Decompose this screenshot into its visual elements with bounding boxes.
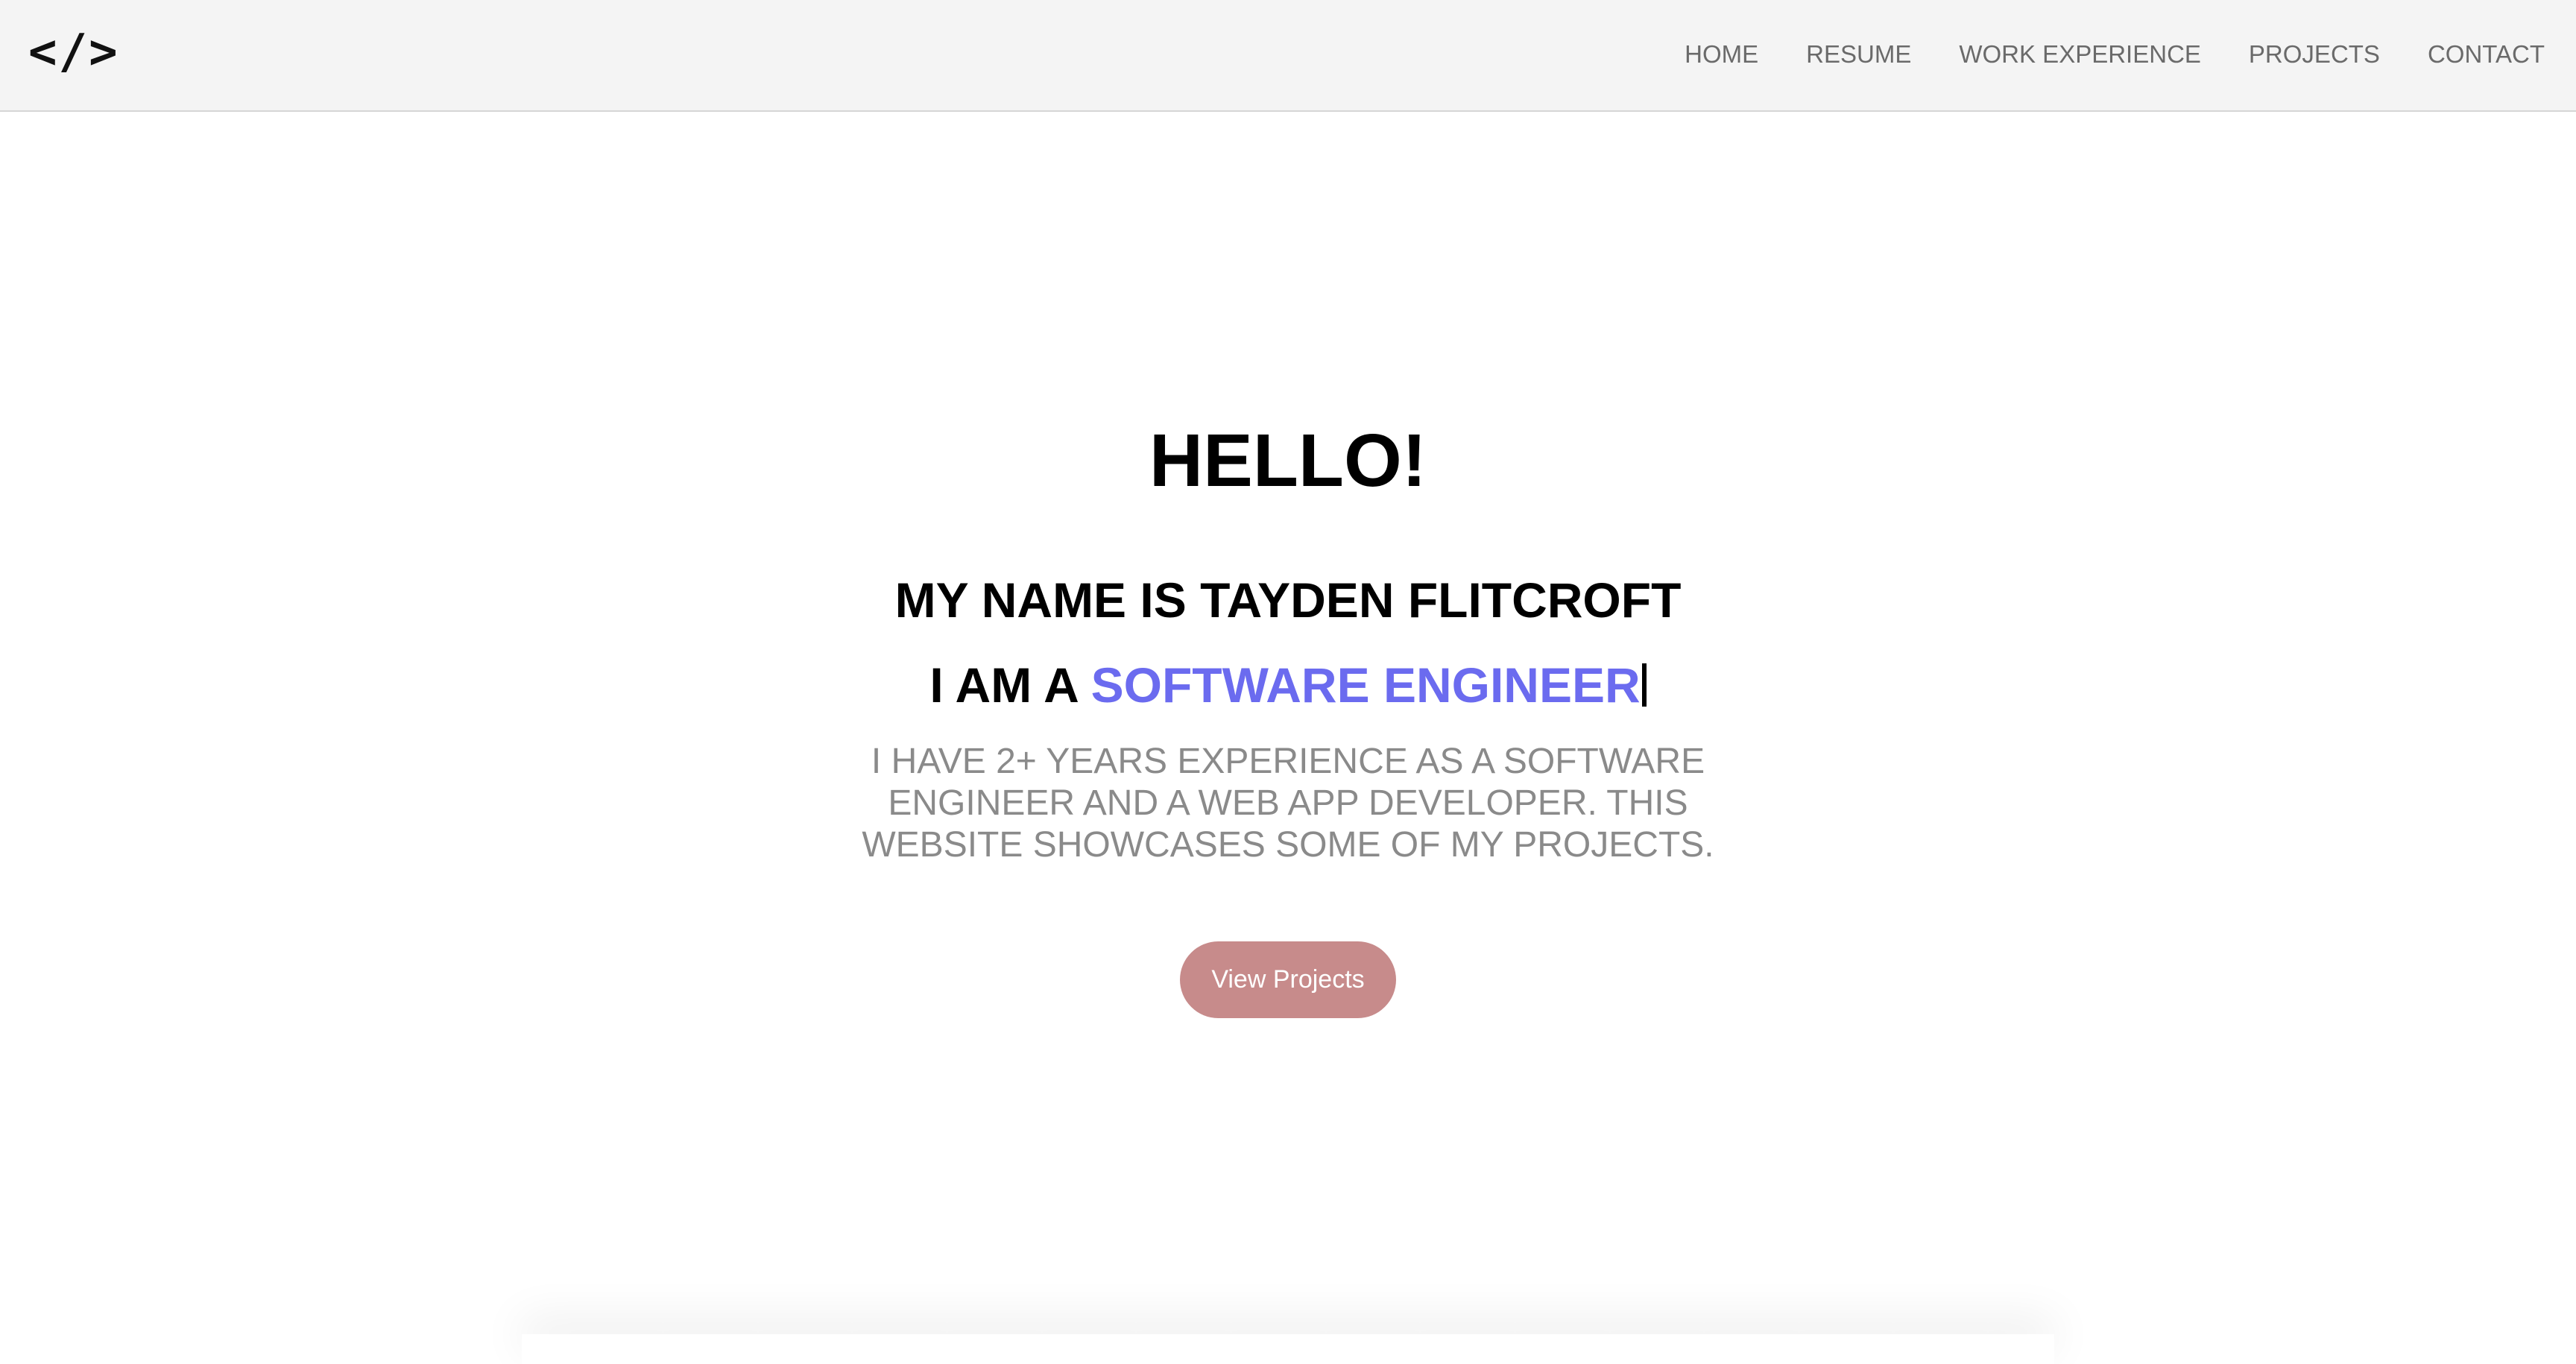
role-highlight: SOFTWARE ENGINEER (1090, 657, 1641, 713)
nav-links: HOME RESUME WORK EXPERIENCE PROJECTS CON… (1637, 0, 2545, 109)
role-prefix: I AM A (929, 657, 1091, 713)
nav-link-work-experience[interactable]: WORK EXPERIENCE (1959, 40, 2201, 69)
next-section-shadow (522, 1334, 2054, 1364)
nav-link-contact[interactable]: CONTACT (2428, 40, 2545, 69)
hero-name: MY NAME IS TAYDEN FLITCROFT (894, 572, 1682, 628)
nav-link-home[interactable]: HOME (1685, 40, 1758, 69)
nav-link-resume[interactable]: RESUME (1806, 40, 1911, 69)
hero-description: I HAVE 2+ YEARS EXPERIENCE AS A SOFTWARE… (862, 742, 1714, 865)
hero-greeting: HELLO! (1149, 419, 1427, 502)
hero-section: HELLO! MY NAME IS TAYDEN FLITCROFT I AM … (0, 112, 2576, 1334)
view-projects-button[interactable]: View Projects (1180, 941, 1396, 1018)
nav-link-projects[interactable]: PROJECTS (2249, 40, 2380, 69)
typing-cursor (1641, 663, 1647, 707)
navbar: </> HOME RESUME WORK EXPERIENCE PROJECTS… (0, 0, 2576, 112)
code-logo-icon[interactable]: </> (28, 22, 119, 82)
hero-role: I AM A SOFTWARE ENGINEER (0, 660, 2576, 710)
